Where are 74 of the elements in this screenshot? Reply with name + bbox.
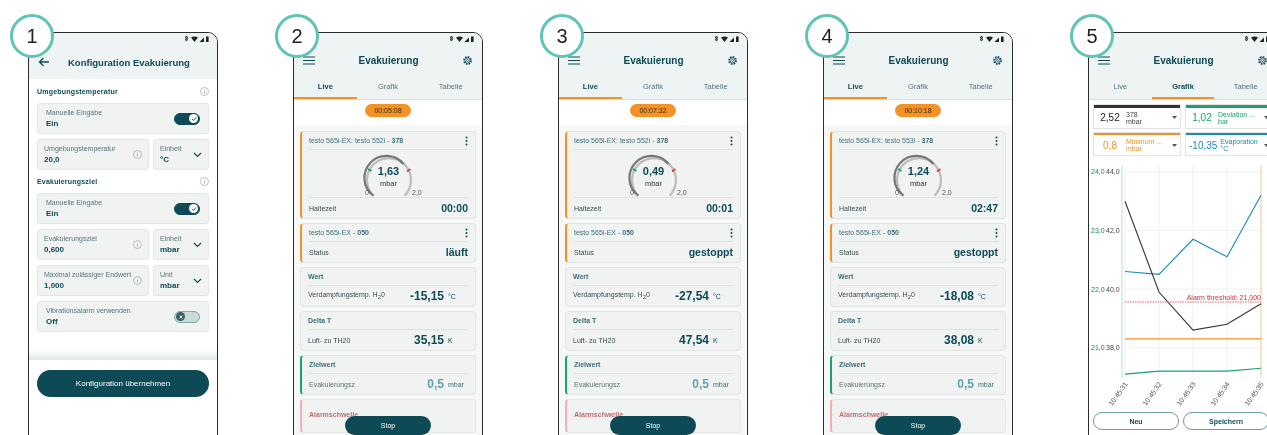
field-value: 20,0	[44, 155, 61, 164]
status-icons	[448, 35, 474, 43]
measured-value: 35,15	[413, 333, 444, 347]
gauge-value: 0,49	[642, 165, 665, 177]
more-options-icon[interactable]	[995, 227, 998, 238]
chevron-down-icon	[193, 151, 202, 158]
back-arrow-icon[interactable]	[38, 57, 50, 67]
hold-time-value: 00:01	[706, 202, 733, 214]
measured-value: -18,08	[939, 289, 974, 303]
apply-configuration-button[interactable]: Konfiguration übernehmen	[37, 370, 209, 397]
more-options-icon[interactable]	[465, 135, 468, 146]
status-icons	[183, 35, 209, 43]
menu-icon[interactable]	[303, 55, 315, 65]
step-number-badge: 2	[275, 14, 319, 58]
hold-time-value: 02:47	[971, 202, 998, 214]
close-icon	[177, 313, 184, 320]
series-value: 1,02	[1191, 112, 1213, 123]
step-number-badge: 4	[805, 14, 849, 58]
settings-icon[interactable]	[462, 54, 473, 66]
step-number-badge: 3	[540, 14, 584, 58]
menu-icon[interactable]	[568, 55, 580, 65]
measured-value: 38,08	[943, 333, 974, 347]
screen-title: Evakuierung	[888, 54, 949, 66]
status-icons	[1243, 35, 1267, 43]
screen-title: Konfiguration Evakuierung	[68, 56, 190, 68]
measured-value: -15,15	[409, 289, 444, 303]
series-value: 2,52	[1099, 112, 1121, 123]
status-value: gestoppt	[953, 246, 998, 258]
field-value: 1,000	[44, 281, 66, 290]
status-value: läuft	[445, 246, 468, 258]
toggle-switch[interactable]	[174, 310, 200, 323]
settings-icon[interactable]	[1257, 54, 1267, 66]
more-options-icon[interactable]	[995, 135, 998, 146]
screen-title: Evakuierung	[358, 54, 419, 66]
series-value: -10,35	[1189, 139, 1218, 151]
menu-icon[interactable]	[833, 55, 845, 65]
dropdown-caret-icon	[1172, 116, 1177, 119]
field-value: Ein	[46, 209, 60, 218]
status-value: gestoppt	[688, 246, 733, 258]
target-value: 0,5	[957, 377, 974, 391]
field-value: Off	[46, 317, 59, 326]
toggle-switch[interactable]	[174, 202, 200, 215]
screen-title: Evakuierung	[1153, 54, 1214, 66]
field-value: mbar	[160, 281, 180, 290]
more-options-icon[interactable]	[730, 135, 733, 146]
toggle-switch[interactable]	[174, 112, 200, 125]
step-number-badge: 1	[10, 14, 54, 58]
measured-value: 47,54	[678, 333, 709, 347]
settings-icon[interactable]	[992, 54, 1003, 66]
gauge-value: 1,63	[377, 165, 400, 177]
target-value: 0,5	[427, 377, 444, 391]
more-options-icon[interactable]	[730, 227, 733, 238]
step-number-badge: 5	[1070, 14, 1114, 58]
screen-title: Evakuierung	[623, 54, 684, 66]
field-value: Ein	[46, 119, 60, 128]
field-value: mbar	[160, 245, 181, 254]
series-value: 0,8	[1102, 139, 1118, 151]
measured-value: -27,54	[674, 289, 709, 303]
menu-icon[interactable]	[1098, 55, 1110, 65]
check-icon	[190, 115, 197, 122]
dropdown-caret-icon	[1264, 143, 1267, 147]
more-options-icon[interactable]	[465, 227, 468, 238]
field-value: 0,600	[44, 245, 66, 254]
target-value: 0,5	[692, 377, 709, 391]
settings-icon[interactable]	[727, 54, 738, 66]
status-icons	[713, 35, 739, 43]
status-icons	[978, 35, 1004, 43]
gauge-value: 1,24	[907, 165, 930, 177]
field-value: °C	[160, 155, 170, 164]
dropdown-caret-icon	[1172, 143, 1177, 147]
check-icon	[190, 205, 197, 212]
hold-time-value: 00:00	[441, 202, 468, 214]
chevron-down-icon	[193, 277, 202, 284]
chevron-down-icon	[193, 241, 202, 248]
